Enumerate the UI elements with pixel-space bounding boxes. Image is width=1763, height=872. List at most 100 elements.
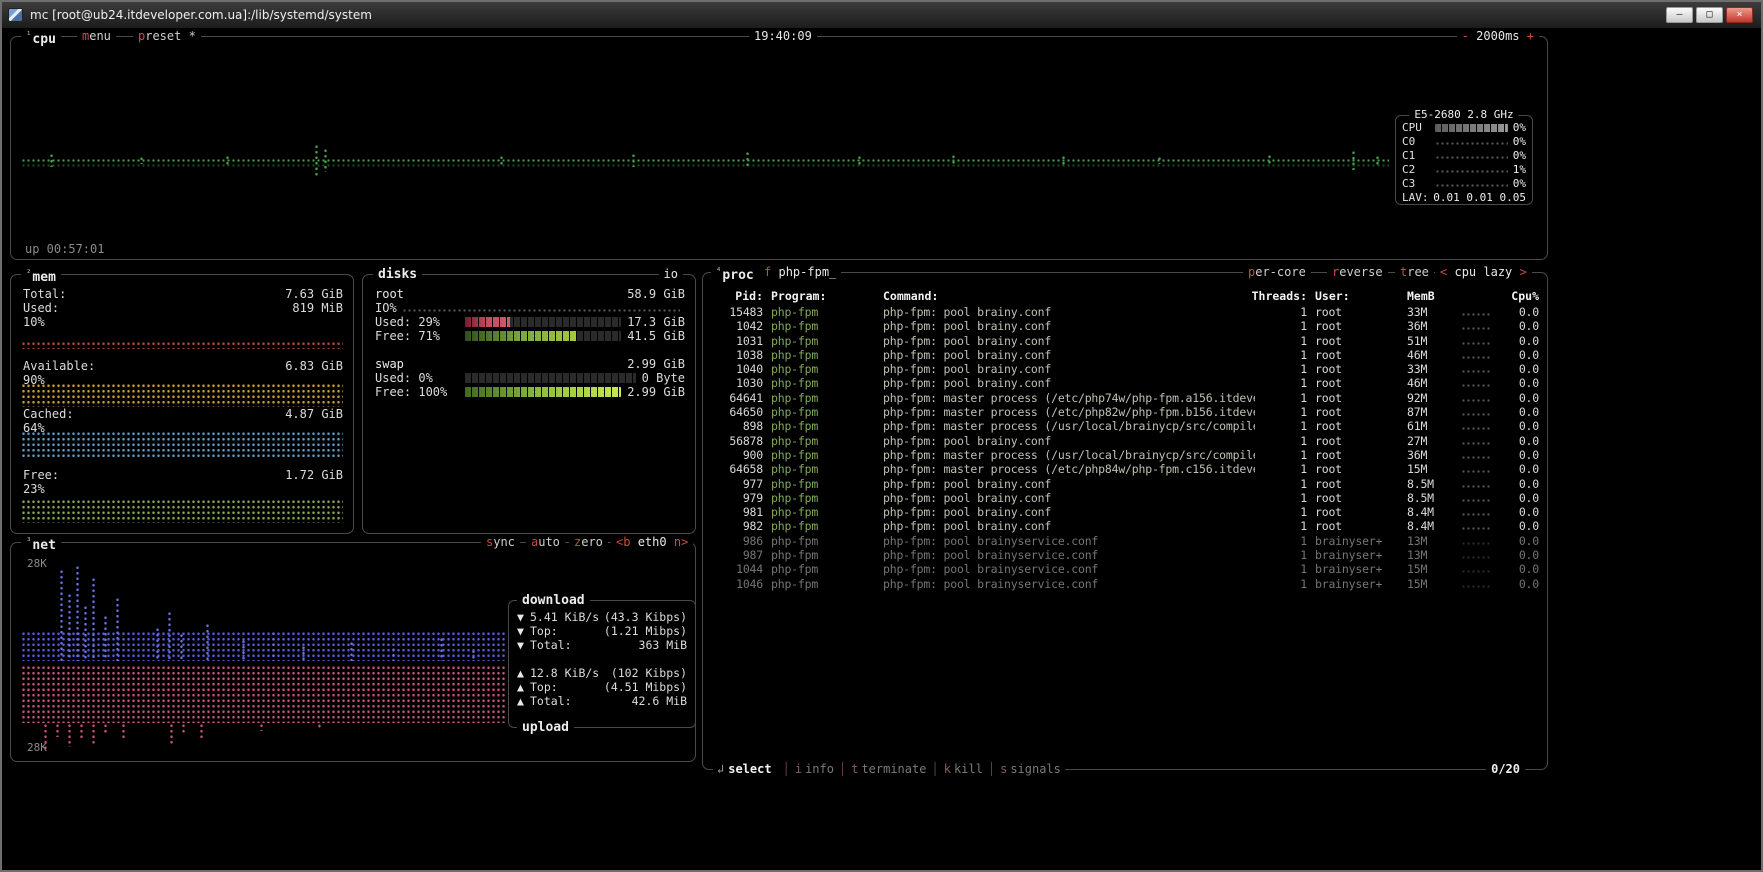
process-user: brainyser+ xyxy=(1315,534,1399,548)
process-program: php-fpm xyxy=(771,562,875,576)
column-program[interactable]: Program: xyxy=(771,289,875,303)
process-panel: ⁴proc f php-fpm_ per-core reverse tree <… xyxy=(702,272,1548,770)
reverse-toggle[interactable]: reverse xyxy=(1327,264,1388,280)
footer-action[interactable]: │ s signals xyxy=(983,761,1061,777)
process-cpu: 0.0 xyxy=(1503,491,1539,505)
core-meter xyxy=(1435,183,1508,188)
process-threads: 1 xyxy=(1263,391,1307,405)
process-command: php-fpm: pool brainy.conf xyxy=(883,519,1255,533)
interface-next-button[interactable]: n> xyxy=(674,535,688,549)
process-cpu: 0.0 xyxy=(1503,362,1539,376)
process-row[interactable]: 987 php-fpm php-fpm: pool brainyservice.… xyxy=(711,548,1539,562)
maximize-button[interactable]: □ xyxy=(1696,7,1723,23)
column-cpu[interactable]: Cpu% xyxy=(1511,289,1539,303)
download-stat-label: Top: xyxy=(530,624,558,638)
net-traffic-graph xyxy=(21,555,505,753)
cpu-panel-title: ¹cpu xyxy=(21,28,61,48)
process-mem: 92M xyxy=(1407,391,1453,405)
column-mem[interactable]: MemB xyxy=(1407,289,1453,303)
process-mem-graph xyxy=(1461,469,1491,474)
process-threads: 1 xyxy=(1263,462,1307,476)
interval-decrease-button[interactable]: - xyxy=(1462,29,1469,43)
sort-next-button[interactable]: > xyxy=(1520,265,1527,279)
process-row[interactable]: 1042 php-fpm php-fpm: pool brainy.conf 1… xyxy=(711,319,1539,333)
net-sync-toggle[interactable]: sync xyxy=(481,534,520,550)
process-row[interactable]: 898 php-fpm php-fpm: master process (/us… xyxy=(711,419,1539,433)
process-pid: 1040 xyxy=(711,362,763,376)
process-row[interactable]: 15483 php-fpm php-fpm: pool brainy.conf … xyxy=(711,305,1539,319)
per-core-toggle[interactable]: per-core xyxy=(1243,264,1311,280)
process-row[interactable]: 64658 php-fpm php-fpm: master process (/… xyxy=(711,462,1539,476)
process-mem-graph xyxy=(1461,441,1491,446)
process-row[interactable]: 56878 php-fpm php-fpm: pool brainy.conf … xyxy=(711,434,1539,448)
process-row[interactable]: 1031 php-fpm php-fpm: pool brainy.conf 1… xyxy=(711,334,1539,348)
disk-io-graph xyxy=(402,308,680,313)
process-row[interactable]: 986 php-fpm php-fpm: pool brainyservice.… xyxy=(711,534,1539,548)
process-cpu: 0.0 xyxy=(1503,376,1539,390)
disk-swap-used-row: Used: 0% 0 Byte xyxy=(375,371,685,385)
close-button[interactable]: × xyxy=(1726,7,1753,23)
column-command[interactable]: Command: xyxy=(883,289,1255,303)
process-filter[interactable]: f php-fpm_ xyxy=(759,264,841,280)
process-mem-graph xyxy=(1461,326,1491,331)
process-mem: 46M xyxy=(1407,348,1453,362)
column-pid[interactable]: Pid: xyxy=(735,289,763,303)
process-program: php-fpm xyxy=(771,334,875,348)
disk-swap-row: swap2.99 GiB xyxy=(375,357,685,371)
column-user[interactable]: User: xyxy=(1315,289,1399,303)
process-mem-graph xyxy=(1461,512,1491,517)
process-mem: 87M xyxy=(1407,405,1453,419)
core-value: 1% xyxy=(1513,163,1526,177)
net-zero-toggle[interactable]: zero xyxy=(569,534,608,550)
process-pid: 1044 xyxy=(711,562,763,576)
process-row[interactable]: 982 php-fpm php-fpm: pool brainy.conf 1 … xyxy=(711,519,1539,533)
process-mem: 8.4M xyxy=(1407,519,1453,533)
process-command: php-fpm: pool brainy.conf xyxy=(883,434,1255,448)
sort-prev-button[interactable]: < xyxy=(1440,265,1447,279)
window-titlebar[interactable]: mc [root@ub24.itdeveloper.com.ua]:/lib/s… xyxy=(2,2,1761,28)
interface-prev-button[interactable]: <b xyxy=(616,535,630,549)
mem-used-percent: 10% xyxy=(23,315,343,329)
core-value: 0% xyxy=(1513,149,1526,163)
process-row[interactable]: 1046 php-fpm php-fpm: pool brainyservice… xyxy=(711,577,1539,591)
menu-button[interactable]: menu xyxy=(77,28,116,44)
process-mem: 8.5M xyxy=(1407,491,1453,505)
process-row[interactable]: 977 php-fpm php-fpm: pool brainy.conf 1 … xyxy=(711,477,1539,491)
minimize-button[interactable]: – xyxy=(1666,7,1693,23)
process-program: php-fpm xyxy=(771,319,875,333)
process-command: php-fpm: pool brainy.conf xyxy=(883,362,1255,376)
process-program: php-fpm xyxy=(771,462,875,476)
footer-action[interactable]: │ i info xyxy=(778,761,834,777)
footer-action-key: t xyxy=(851,761,858,777)
upload-stat-label: Total: xyxy=(530,694,572,708)
process-row[interactable]: 979 php-fpm php-fpm: pool brainy.conf 1 … xyxy=(711,491,1539,505)
process-mem-graph xyxy=(1461,555,1491,560)
process-row[interactable]: 1040 php-fpm php-fpm: pool brainy.conf 1… xyxy=(711,362,1539,376)
tree-toggle[interactable]: tree xyxy=(1395,264,1434,280)
upload-stat-value: (102 Kibps) xyxy=(611,666,687,680)
process-row[interactable]: 1038 php-fpm php-fpm: pool brainy.conf 1… xyxy=(711,348,1539,362)
process-threads: 1 xyxy=(1263,577,1307,591)
interval-increase-button[interactable]: + xyxy=(1527,29,1534,43)
filter-input[interactable]: php-fpm_ xyxy=(778,265,836,279)
process-command: php-fpm: pool brainyservice.conf xyxy=(883,534,1255,548)
disks-panel-title: disks xyxy=(373,266,422,283)
process-row[interactable]: 64641 php-fpm php-fpm: master process (/… xyxy=(711,391,1539,405)
process-row[interactable]: 1044 php-fpm php-fpm: pool brainyservice… xyxy=(711,562,1539,576)
process-user: root xyxy=(1315,376,1399,390)
upload-stat-label: Top: xyxy=(530,680,558,694)
preset-button[interactable]: preset * xyxy=(133,28,201,44)
footer-action[interactable]: │ t terminate xyxy=(834,761,927,777)
column-threads[interactable]: Threads: xyxy=(1252,289,1307,303)
process-row[interactable]: 1030 php-fpm php-fpm: pool brainy.conf 1… xyxy=(711,376,1539,390)
process-row[interactable]: 981 php-fpm php-fpm: pool brainy.conf 1 … xyxy=(711,505,1539,519)
disk-root-free-row: Free: 71% 41.5 GiB xyxy=(375,329,685,343)
download-arrow-icon: ▼ xyxy=(517,638,530,652)
process-pid: 15483 xyxy=(711,305,763,319)
net-auto-toggle[interactable]: auto xyxy=(526,534,565,550)
footer-action[interactable]: │ k kill xyxy=(926,761,982,777)
process-row[interactable]: 900 php-fpm php-fpm: master process (/us… xyxy=(711,448,1539,462)
process-row[interactable]: 64650 php-fpm php-fpm: master process (/… xyxy=(711,405,1539,419)
select-action[interactable]: select xyxy=(728,761,771,777)
disks-io-toggle[interactable]: io xyxy=(659,266,683,282)
